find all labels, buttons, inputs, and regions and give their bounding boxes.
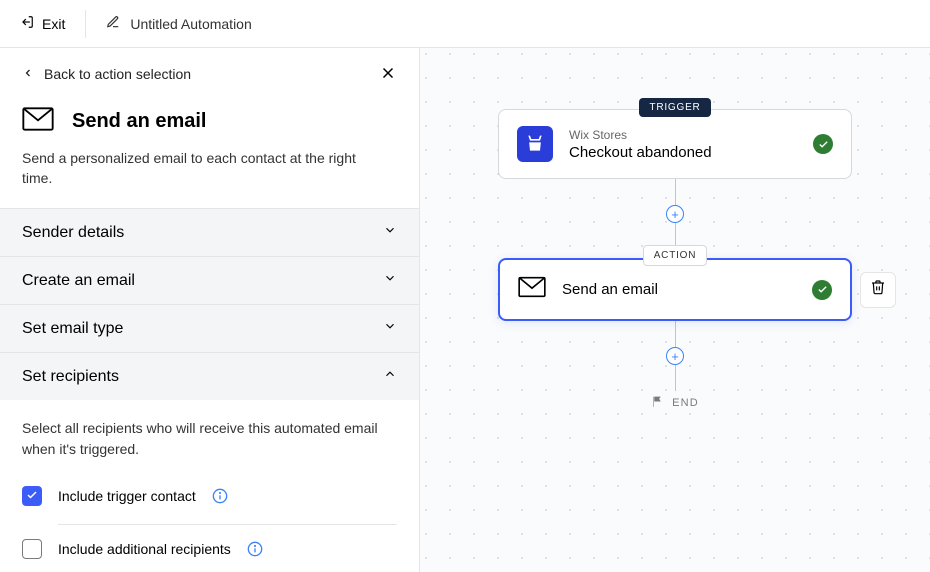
- exit-button[interactable]: Exit: [20, 10, 86, 38]
- add-step-button[interactable]: +: [666, 205, 684, 223]
- chevron-down-icon: [383, 271, 397, 290]
- chevron-down-icon: [383, 223, 397, 242]
- include-additional-label: Include additional recipients: [58, 541, 231, 557]
- action-tag: ACTION: [643, 245, 708, 266]
- action-node-texts: Send an email: [562, 281, 796, 298]
- accordion-label: Set email type: [22, 320, 123, 338]
- trigger-event-label: Checkout abandoned: [569, 144, 797, 161]
- info-icon[interactable]: [212, 488, 228, 504]
- info-icon[interactable]: [247, 541, 263, 557]
- accordion-item-set-recipients: Set recipients Select all recipients who…: [0, 353, 419, 572]
- connector: [675, 365, 676, 391]
- divider: [58, 524, 397, 525]
- side-panel: Back to action selection Send an email S…: [0, 48, 420, 572]
- accordion-header-set-email-type[interactable]: Set email type: [0, 305, 419, 352]
- check-badge: [812, 280, 832, 300]
- include-trigger-contact-label: Include trigger contact: [58, 488, 196, 504]
- recipients-description: Select all recipients who will receive t…: [22, 418, 397, 460]
- email-icon: [22, 106, 54, 137]
- exit-icon: [20, 15, 34, 32]
- trigger-app-label: Wix Stores: [569, 128, 797, 142]
- action-title-label: Send an email: [562, 281, 796, 298]
- connector: [675, 179, 676, 205]
- accordion-item-create-email: Create an email: [0, 257, 419, 305]
- back-label: Back to action selection: [44, 66, 191, 82]
- accordion-item-sender-details: Sender details: [0, 209, 419, 257]
- flow-end: END: [651, 395, 699, 411]
- trigger-node-texts: Wix Stores Checkout abandoned: [569, 128, 797, 161]
- pencil-icon: [106, 15, 120, 32]
- delete-step-button[interactable]: [860, 272, 896, 308]
- trigger-tag: TRIGGER: [639, 98, 710, 117]
- flow-column: TRIGGER Wix Stores Checkout abandoned + …: [498, 98, 852, 411]
- include-additional-row: Include additional recipients: [22, 531, 397, 567]
- accordion-label: Sender details: [22, 224, 124, 242]
- action-node[interactable]: Send an email: [498, 258, 852, 321]
- panel-description: Send a personalized email to each contac…: [22, 149, 362, 188]
- accordion-header-set-recipients[interactable]: Set recipients: [0, 353, 419, 400]
- back-link[interactable]: Back to action selection: [22, 66, 397, 82]
- include-trigger-contact-checkbox[interactable]: [22, 486, 42, 506]
- checkmark-icon: [26, 488, 38, 504]
- side-panel-header: Back to action selection Send an email S…: [0, 48, 419, 208]
- close-panel-button[interactable]: [379, 64, 397, 87]
- accordion-header-sender-details[interactable]: Sender details: [0, 209, 419, 256]
- flag-icon: [651, 395, 664, 411]
- accordion-content-set-recipients: Select all recipients who will receive t…: [0, 400, 419, 572]
- main-layout: Back to action selection Send an email S…: [0, 48, 930, 572]
- chevron-up-icon: [383, 367, 397, 386]
- top-bar: Exit Untitled Automation: [0, 0, 930, 48]
- chevron-down-icon: [383, 319, 397, 338]
- connector: [675, 321, 676, 347]
- automation-title-edit[interactable]: Untitled Automation: [106, 15, 251, 32]
- trigger-node[interactable]: Wix Stores Checkout abandoned: [498, 109, 852, 179]
- check-badge: [813, 134, 833, 154]
- automation-title: Untitled Automation: [130, 16, 251, 32]
- include-additional-checkbox[interactable]: [22, 539, 42, 559]
- include-trigger-contact-row: Include trigger contact: [22, 478, 397, 514]
- panel-title: Send an email: [72, 110, 207, 133]
- email-icon: [518, 276, 546, 303]
- end-label: END: [672, 397, 699, 409]
- panel-title-row: Send an email: [22, 106, 397, 137]
- accordion-label: Create an email: [22, 272, 135, 290]
- accordion-label: Set recipients: [22, 368, 119, 386]
- trash-icon: [870, 279, 886, 300]
- accordion-header-create-email[interactable]: Create an email: [0, 257, 419, 304]
- chevron-left-icon: [22, 66, 34, 82]
- connector: [675, 223, 676, 245]
- exit-label: Exit: [42, 16, 65, 32]
- close-icon: [379, 69, 397, 86]
- add-step-button[interactable]: +: [666, 347, 684, 365]
- accordion-item-set-email-type: Set email type: [0, 305, 419, 353]
- wix-stores-icon: [517, 126, 553, 162]
- accordion: Sender details Create an email Set email…: [0, 208, 419, 572]
- flow-canvas[interactable]: TRIGGER Wix Stores Checkout abandoned + …: [420, 48, 930, 572]
